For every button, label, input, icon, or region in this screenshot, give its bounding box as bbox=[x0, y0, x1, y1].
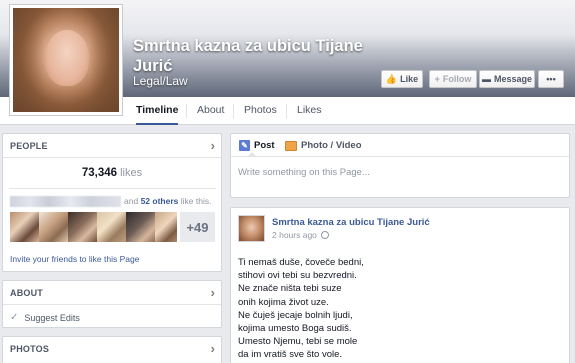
suggest-edits-label: Suggest Edits bbox=[24, 312, 80, 323]
others-like-this: and 52 others like this. bbox=[124, 196, 212, 206]
friend-avatar[interactable] bbox=[10, 212, 39, 242]
tab-about[interactable]: About bbox=[197, 97, 224, 125]
post-line: Ne znače ništa tebi suze bbox=[238, 283, 342, 295]
pencil-icon: ✎ bbox=[239, 140, 250, 151]
likes-summary: 73,346 likes bbox=[3, 167, 221, 179]
people-card: PEOPLE › 73,346 likes and 52 others like… bbox=[2, 133, 222, 272]
blurred-friend-names bbox=[10, 196, 121, 207]
friend-avatar[interactable] bbox=[97, 212, 126, 242]
people-title: PEOPLE bbox=[10, 141, 48, 151]
tab-photo-video[interactable]: Photo / Video bbox=[285, 140, 362, 151]
post-timestamp: 2 hours ago bbox=[272, 230, 329, 240]
thumbs-up-icon: 👍 bbox=[385, 73, 398, 84]
divider bbox=[9, 188, 216, 189]
photos-card: PHOTOS › bbox=[2, 336, 222, 363]
tab-post[interactable]: ✎ Post bbox=[239, 140, 275, 151]
friend-avatar[interactable] bbox=[126, 212, 155, 242]
post-text: Ti nemaš duše, čoveče bedni, stihovi ovi… bbox=[238, 256, 364, 362]
globe-icon bbox=[320, 231, 329, 239]
post-author[interactable]: Smrtna kazna za ubicu Tijane Jurić bbox=[272, 217, 430, 228]
timeline-post: Smrtna kazna za ubicu Tijane Jurić 2 hou… bbox=[230, 207, 570, 363]
profile-picture[interactable] bbox=[9, 4, 123, 116]
post-composer: ✎ Post Photo / Video Write something on … bbox=[230, 133, 570, 198]
nav-divider bbox=[233, 104, 234, 118]
like-button[interactable]: 👍 Like bbox=[381, 70, 423, 88]
chevron-right-icon[interactable]: › bbox=[211, 138, 215, 153]
others-link[interactable]: 52 others bbox=[141, 196, 179, 206]
follow-button[interactable]: + Follow bbox=[429, 70, 477, 88]
tab-timeline[interactable]: Timeline bbox=[136, 97, 179, 125]
post-line: da im vratiš sve što vole. bbox=[238, 349, 343, 361]
post-line: stihovi ovi tebi su bezvredni. bbox=[238, 270, 357, 282]
divider bbox=[231, 156, 569, 157]
likes-word: likes bbox=[120, 167, 143, 179]
tab-likes[interactable]: Likes bbox=[297, 97, 322, 125]
about-header[interactable]: ABOUT › bbox=[3, 281, 221, 305]
post-line: kojima umesto Boga sudiš. bbox=[238, 323, 352, 335]
active-tab-arrow bbox=[247, 152, 257, 157]
post-line: Ti nemaš duše, čoveče bedni, bbox=[238, 257, 364, 268]
message-button[interactable]: ▬ Message bbox=[479, 70, 535, 88]
nav-divider bbox=[286, 104, 287, 118]
about-title: ABOUT bbox=[10, 288, 43, 298]
profile-image bbox=[13, 8, 119, 112]
more-friends-count[interactable]: +49 bbox=[180, 212, 215, 242]
photos-header[interactable]: PHOTOS › bbox=[3, 337, 221, 361]
friend-avatar[interactable] bbox=[39, 212, 68, 242]
composer-input[interactable]: Write something on this Page... bbox=[238, 167, 370, 178]
invite-friends-link[interactable]: Invite your friends to like this Page bbox=[10, 254, 139, 264]
post-line: onih kojima život uze. bbox=[238, 296, 329, 308]
message-icon: ▬ bbox=[481, 74, 491, 84]
photos-title: PHOTOS bbox=[10, 344, 50, 354]
likes-count: 73,346 bbox=[81, 167, 118, 179]
friend-avatar[interactable] bbox=[68, 212, 97, 242]
nav-divider bbox=[186, 104, 187, 118]
about-card: ABOUT › ✓ Suggest Edits bbox=[2, 280, 222, 328]
people-header[interactable]: PEOPLE › bbox=[3, 134, 221, 158]
friend-avatar[interactable] bbox=[155, 212, 177, 242]
tab-photos[interactable]: Photos bbox=[244, 97, 277, 125]
post-author-avatar[interactable] bbox=[238, 215, 265, 242]
page-title: Smrtna kazna za ubicu Tijane Jurić bbox=[133, 37, 363, 75]
plus-icon: + bbox=[434, 74, 440, 84]
post-line: Ne čuješ jecaje bolnih ljudi, bbox=[238, 309, 353, 321]
chevron-right-icon[interactable]: › bbox=[211, 285, 215, 300]
check-icon: ✓ bbox=[10, 312, 19, 323]
page-category[interactable]: Legal/Law bbox=[133, 74, 188, 88]
more-options-button[interactable]: ••• bbox=[538, 70, 564, 88]
chevron-right-icon[interactable]: › bbox=[211, 341, 215, 356]
photo-icon bbox=[285, 140, 297, 151]
suggest-edits[interactable]: ✓ Suggest Edits bbox=[10, 312, 80, 323]
post-line: Umesto Njemu, tebi se mole bbox=[238, 336, 358, 348]
